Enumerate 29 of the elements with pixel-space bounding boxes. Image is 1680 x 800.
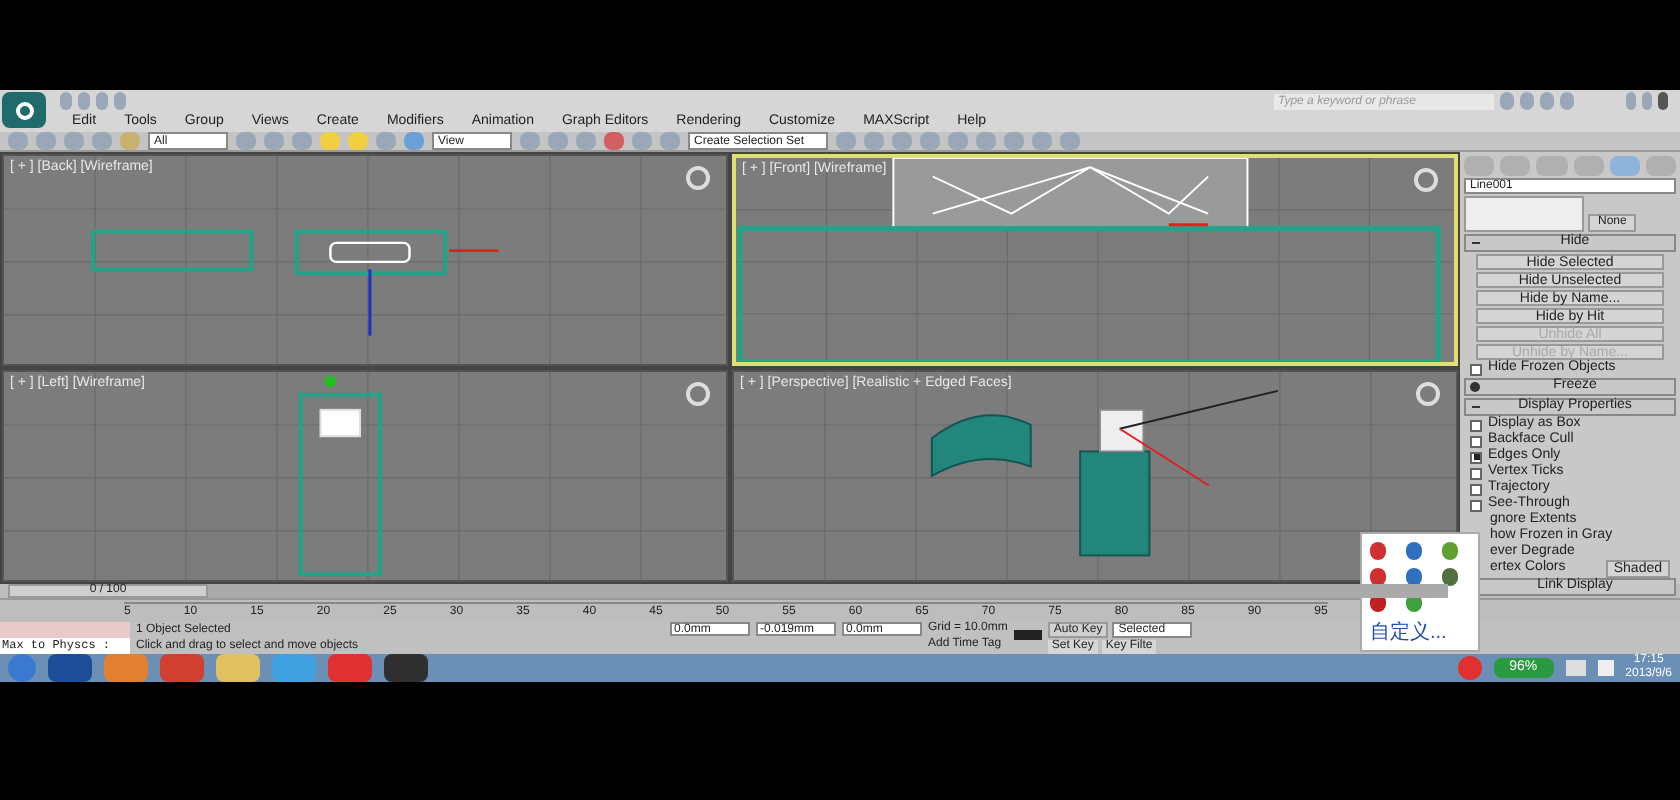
viewcube-icon[interactable] bbox=[686, 166, 710, 190]
viewcube-icon[interactable] bbox=[1414, 168, 1438, 192]
panel-tab-icon[interactable] bbox=[1464, 156, 1495, 176]
check-icon bbox=[1473, 454, 1479, 460]
checkbox[interactable] bbox=[1470, 467, 1482, 479]
taskbar-app-icon[interactable] bbox=[384, 654, 428, 682]
start-button-icon[interactable] bbox=[8, 654, 36, 682]
checkbox[interactable] bbox=[1470, 483, 1482, 495]
customize-link[interactable]: 自定义... bbox=[1370, 618, 1470, 648]
collapse-icon bbox=[1470, 402, 1480, 412]
panel-tab-icon[interactable] bbox=[1500, 156, 1531, 176]
viewcube-icon[interactable] bbox=[1416, 382, 1440, 406]
checkbox[interactable] bbox=[1470, 419, 1482, 431]
panel-tab-icon[interactable] bbox=[1573, 156, 1604, 176]
app-logo-icon[interactable] bbox=[2, 92, 46, 128]
checkbox[interactable] bbox=[1470, 363, 1482, 375]
color-swatch-list bbox=[1464, 196, 1584, 232]
checkbox[interactable] bbox=[1470, 451, 1482, 463]
viewcube-icon[interactable] bbox=[686, 382, 710, 406]
panel-tab-icon[interactable] bbox=[1609, 156, 1640, 176]
checkbox[interactable] bbox=[1470, 499, 1482, 511]
taskbar-app-icon[interactable] bbox=[216, 654, 260, 682]
mini-listener-field[interactable] bbox=[0, 622, 130, 638]
taskbar-app-icon[interactable] bbox=[48, 654, 92, 682]
panel-tab-icon[interactable] bbox=[1536, 156, 1568, 176]
expand-icon bbox=[1470, 382, 1480, 392]
collapse-icon bbox=[1470, 238, 1480, 248]
panel-tab-icon[interactable] bbox=[1645, 156, 1677, 176]
checkbox[interactable] bbox=[1470, 435, 1482, 447]
